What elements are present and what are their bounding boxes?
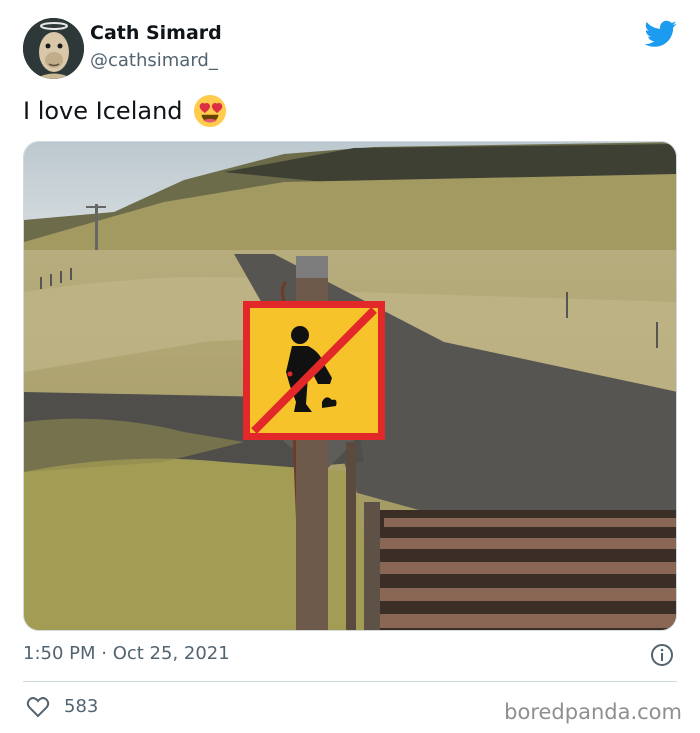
no-defecation-sign-icon — [243, 301, 385, 440]
info-icon[interactable] — [650, 643, 674, 667]
tweet-text: I love Iceland — [23, 94, 227, 128]
heart-eyes-emoji-icon — [193, 94, 226, 128]
twitter-bird-icon[interactable] — [645, 20, 677, 48]
watermark: boredpanda.com — [504, 700, 682, 724]
author-display-name[interactable]: Cath Simard — [90, 22, 222, 44]
like-count[interactable]: 583 — [64, 696, 98, 717]
heart-icon[interactable] — [26, 696, 50, 718]
divider — [23, 681, 677, 682]
tweet-text-content: I love Iceland — [23, 97, 183, 125]
tweet-card: Cath Simard @cathsimard_ I love Iceland — [0, 0, 700, 733]
avatar[interactable] — [23, 18, 84, 79]
author-handle[interactable]: @cathsimard_ — [90, 50, 218, 71]
tweet-timestamp[interactable]: 1:50 PM · Oct 25, 2021 — [23, 643, 230, 664]
ape-avatar-icon — [23, 18, 84, 79]
tweet-photo[interactable] — [23, 141, 677, 631]
